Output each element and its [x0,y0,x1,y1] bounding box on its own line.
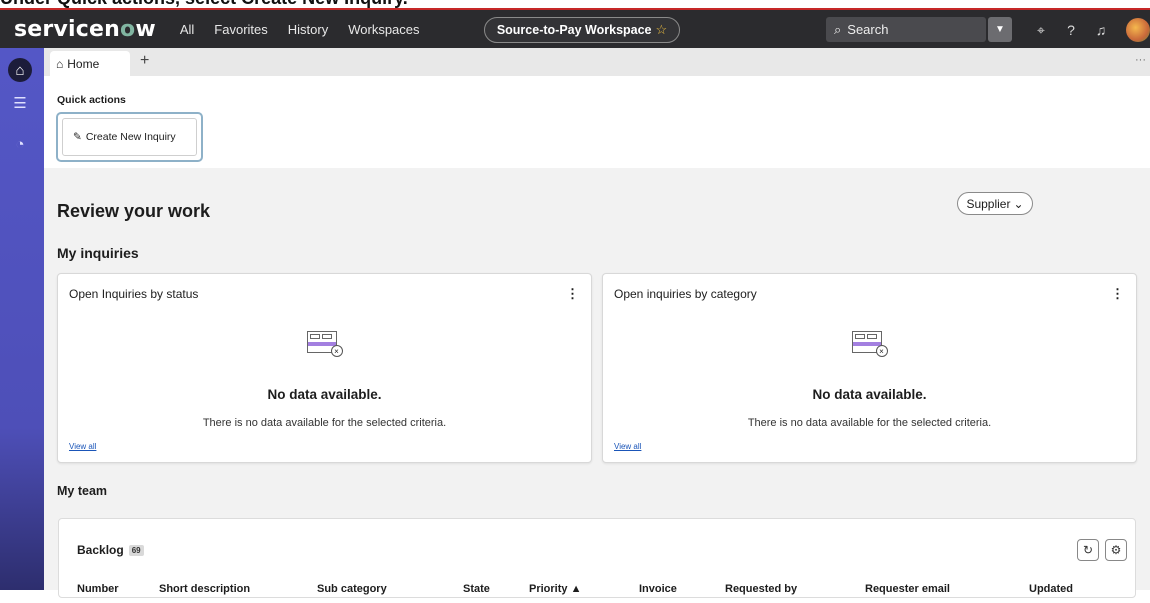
create-new-inquiry-label: Create New Inquiry [85,131,176,143]
star-icon[interactable]: ☆ [656,22,668,38]
quick-action-highlight: ✎ Create New Inquiry [56,112,203,162]
dashboard-icon[interactable]: ◔ [10,136,30,153]
workspace-label: Source-to-Pay Workspace [496,23,652,37]
tab-bar: ⌂ Home + ··· [44,48,1150,76]
empty-state-message: There is no data available for the selec… [747,417,992,429]
help-icon[interactable]: ? [1062,22,1080,38]
settings-icon[interactable]: ⚙ [1105,539,1127,561]
bell-icon[interactable]: ♫ [1092,22,1110,38]
tab-home-label: Home [67,56,100,71]
backlog-panel: Backlog 69 ↻ ⚙ Number Short description S… [58,518,1136,598]
chat-icon[interactable]: ⌖ [1032,22,1050,39]
main-content: Quick actions ✎ Create New Inquiry Review… [44,76,1150,598]
category-card: Open inquiries by category ⋮ × No data a… [602,273,1137,463]
backlog-title: Backlog 69 [77,543,144,557]
status-card: Open Inquiries by status ⋮ × No data ava… [57,273,592,463]
view-all-link[interactable]: View all [69,442,96,451]
global-search-input[interactable]: ⌕ Search [826,17,986,42]
column-header[interactable]: Requester email [865,583,950,595]
nav-all[interactable]: All [180,22,194,37]
column-header[interactable]: Updated [1029,583,1073,595]
column-header[interactable]: Number [77,583,119,595]
home-icon[interactable]: ⌂ [8,58,32,82]
more-vertical-icon[interactable]: ⋮ [1111,286,1124,302]
card-title: Open Inquiries by status [69,287,199,301]
add-tab-button[interactable]: + [140,52,149,70]
more-vertical-icon[interactable]: ⋮ [566,286,579,302]
chevron-down-icon: ⌄ [1013,196,1024,211]
home-tab-icon: ⌂ [56,56,64,71]
search-scope-dropdown[interactable]: ▼ [988,17,1012,42]
main-nav: All Favorites History Workspaces [180,22,440,37]
column-header[interactable]: Short description [159,583,250,595]
review-title: Review your work [57,201,211,221]
backlog-label: Backlog [77,543,124,557]
column-header[interactable]: Sub category [317,583,387,595]
column-header[interactable]: Requested by [725,583,797,595]
empty-state-title: No data available. [812,387,927,402]
list-icon[interactable]: ☰ [10,94,30,112]
no-data-illustration-icon: × [851,331,888,359]
supplier-filter-dropdown[interactable]: Supplier ⌄ [957,192,1033,215]
backlog-count-badge: 69 [128,544,144,556]
instruction-caption: Under Quick actions, select Create New I… [0,0,1150,8]
column-header[interactable]: Priority ▲ [529,583,581,595]
tabs-more-icon[interactable]: ··· [1135,54,1146,66]
nav-workspaces[interactable]: Workspaces [348,22,419,37]
my-team-heading: My team [57,484,108,498]
nav-history[interactable]: History [288,22,328,37]
nav-favorites[interactable]: Favorites [214,22,267,37]
backlog-table-header: Number Short description Sub category St… [59,583,1135,603]
edit-doc-icon: ✎ [73,131,82,143]
card-title: Open inquiries by category [614,287,757,301]
tab-home[interactable]: ⌂ Home [50,51,130,76]
refresh-icon[interactable]: ↻ [1077,539,1099,561]
no-data-illustration-icon: × [306,331,343,359]
quick-actions-panel: Quick actions ✎ Create New Inquiry [44,76,1150,168]
search-icon: ⌕ [834,21,842,37]
empty-state-title: No data available. [267,387,382,402]
column-header[interactable]: State [463,583,490,595]
workspace-pill[interactable]: Source-to-Pay Workspace ☆ [484,17,680,43]
create-new-inquiry-button[interactable]: ✎ Create New Inquiry [62,118,197,156]
quick-actions-title: Quick actions [57,94,126,106]
my-inquiries-heading: My inquiries [57,245,139,261]
top-header: servicenow All Favorites History Workspa… [0,8,1150,48]
view-all-link[interactable]: View all [614,442,641,451]
avatar[interactable] [1126,18,1150,42]
column-header[interactable]: Invoice [639,583,677,595]
supplier-filter-label: Supplier [966,196,1011,211]
search-placeholder: Search [847,22,889,37]
left-rail: ⌂ ☰ ◔ [0,48,44,590]
empty-state-message: There is no data available for the selec… [202,417,447,429]
servicenow-logo[interactable]: servicenow [14,17,156,42]
